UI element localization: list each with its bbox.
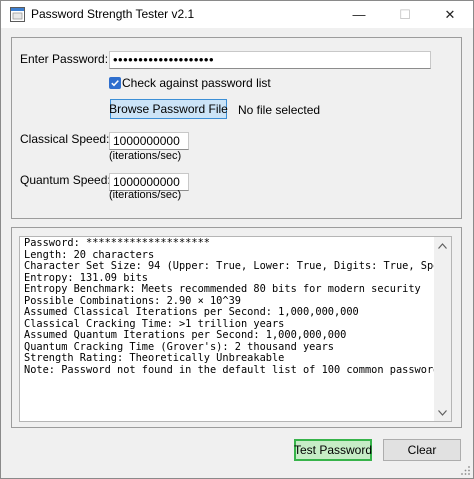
password-list-label[interactable]: Check against password list	[122, 76, 271, 90]
results-line: Entropy Benchmark: Meets recommended 80 …	[24, 284, 421, 295]
password-label: Enter Password:	[20, 52, 109, 66]
results-line: Password: ********************	[24, 238, 210, 249]
test-password-button[interactable]: Test Password	[294, 439, 372, 461]
quantum-units-label: (iterations/sec)	[109, 189, 182, 201]
maximize-button[interactable]: ☐	[382, 1, 428, 28]
browse-password-file-button[interactable]: Browse Password File	[109, 99, 228, 119]
quantum-speed-label: Quantum Speed:	[20, 173, 111, 187]
minimize-button[interactable]: —	[336, 1, 382, 28]
app-icon	[10, 7, 25, 22]
close-button[interactable]: ✕	[427, 1, 473, 28]
results-text: Password: ******************** Length: 20…	[24, 238, 434, 376]
password-list-checkbox[interactable]	[109, 77, 121, 89]
results-scrollbar[interactable]	[434, 237, 451, 421]
app-window: Password Strength Tester v2.1 — ☐ ✕ Ente…	[0, 0, 474, 479]
results-line: Note: Password not found in the default …	[24, 364, 434, 376]
results-textbox[interactable]: Password: ******************** Length: 20…	[19, 236, 452, 422]
classical-speed-label: Classical Speed:	[20, 132, 110, 146]
results-line: Character Set Size: 94 (Upper: True, Low…	[24, 261, 434, 272]
results-line: Length: 20 characters	[24, 249, 155, 261]
window-title: Password Strength Tester v2.1	[31, 7, 195, 21]
scroll-up-arrow-icon[interactable]	[434, 237, 451, 254]
title-bar[interactable]: Password Strength Tester v2.1 — ☐ ✕	[1, 1, 473, 28]
classical-units-label: (iterations/sec)	[109, 150, 182, 162]
results-line: Possible Combinations: 2.90 × 10^39	[24, 295, 241, 307]
file-status-label: No file selected	[238, 103, 321, 117]
classical-speed-input[interactable]: 1000000000	[109, 132, 189, 150]
password-input[interactable]: ••••••••••••••••••••	[109, 51, 431, 69]
resize-grip-icon[interactable]	[459, 464, 471, 476]
results-line: Quantum Cracking Time (Grover's): 2 thou…	[24, 341, 334, 353]
results-line: Entropy: 131.09 bits	[24, 272, 148, 284]
results-line: Classical Cracking Time: >1 trillion yea…	[24, 318, 285, 330]
scroll-down-arrow-icon[interactable]	[434, 404, 451, 421]
clear-button[interactable]: Clear	[383, 439, 461, 461]
results-line: Assumed Classical Iterations per Second:…	[24, 307, 359, 318]
results-line: Strength Rating: Theoretically Unbreakab…	[24, 353, 285, 364]
results-line: Assumed Quantum Iterations per Second: 1…	[24, 330, 347, 341]
checkmark-icon	[111, 80, 119, 87]
